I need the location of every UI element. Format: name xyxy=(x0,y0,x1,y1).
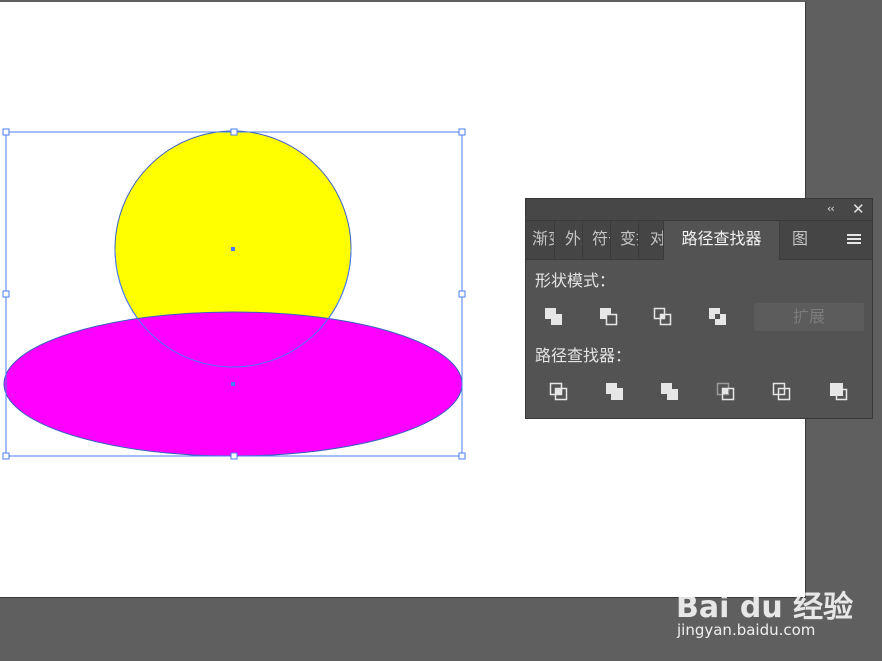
outline-icon[interactable] xyxy=(769,379,795,405)
panel-titlebar[interactable]: ‹‹ ✕ xyxy=(526,199,872,221)
hamburger-menu-icon[interactable] xyxy=(847,234,861,246)
handle-middle-right xyxy=(458,290,466,298)
shape-modes-label: 形状模式： xyxy=(535,271,616,290)
ellipse-center-point xyxy=(231,382,235,386)
tab-transform[interactable]: 变换 xyxy=(611,221,639,259)
crop-icon[interactable] xyxy=(713,379,739,405)
handle-top-center xyxy=(230,128,238,136)
circle-center-point xyxy=(231,247,235,251)
baidu-jingyan-watermark: Bai du 经验 jingyan.baidu.com xyxy=(676,566,853,646)
watermark-url: jingyan.baidu.com xyxy=(677,621,816,639)
handle-bottom-right xyxy=(458,452,466,460)
tab-symbols[interactable]: 符号 xyxy=(583,221,611,259)
collapse-panel-icon[interactable]: ‹‹ xyxy=(827,201,835,217)
intersect-icon[interactable] xyxy=(650,304,676,330)
unite-icon[interactable] xyxy=(541,304,567,330)
close-icon[interactable]: ✕ xyxy=(852,201,865,217)
watermark-logo-text: Bai du 经验 xyxy=(676,590,854,625)
divide-icon[interactable] xyxy=(546,379,572,405)
minus-back-icon[interactable] xyxy=(826,379,852,405)
pathfinder-panel[interactable]: ‹‹ ✕ 渐变 外观 符号 变换 对齐 路径查找器 图层 形状模式： 扩展 路径… xyxy=(525,198,873,419)
panel-tab-strip: 渐变 外观 符号 变换 对齐 路径查找器 图层 xyxy=(526,221,872,260)
handle-bottom-left xyxy=(2,452,10,460)
tab-layers[interactable]: 图层 xyxy=(780,221,808,259)
handle-top-left xyxy=(2,128,10,136)
tab-appearance[interactable]: 外观 xyxy=(555,221,583,259)
tab-pathfinder[interactable]: 路径查找器 xyxy=(664,221,780,260)
minus-front-icon[interactable] xyxy=(596,304,622,330)
handle-middle-left xyxy=(2,290,10,298)
tab-align[interactable]: 对齐 xyxy=(639,221,664,259)
trim-icon[interactable] xyxy=(602,379,628,405)
tab-gradient[interactable]: 渐变 xyxy=(526,221,555,259)
handle-bottom-center xyxy=(230,452,238,460)
exclude-icon[interactable] xyxy=(705,304,731,330)
expand-button[interactable]: 扩展 xyxy=(754,303,864,331)
merge-icon[interactable] xyxy=(657,379,683,405)
handle-top-right xyxy=(458,128,466,136)
pathfinders-label: 路径查找器： xyxy=(535,346,632,365)
